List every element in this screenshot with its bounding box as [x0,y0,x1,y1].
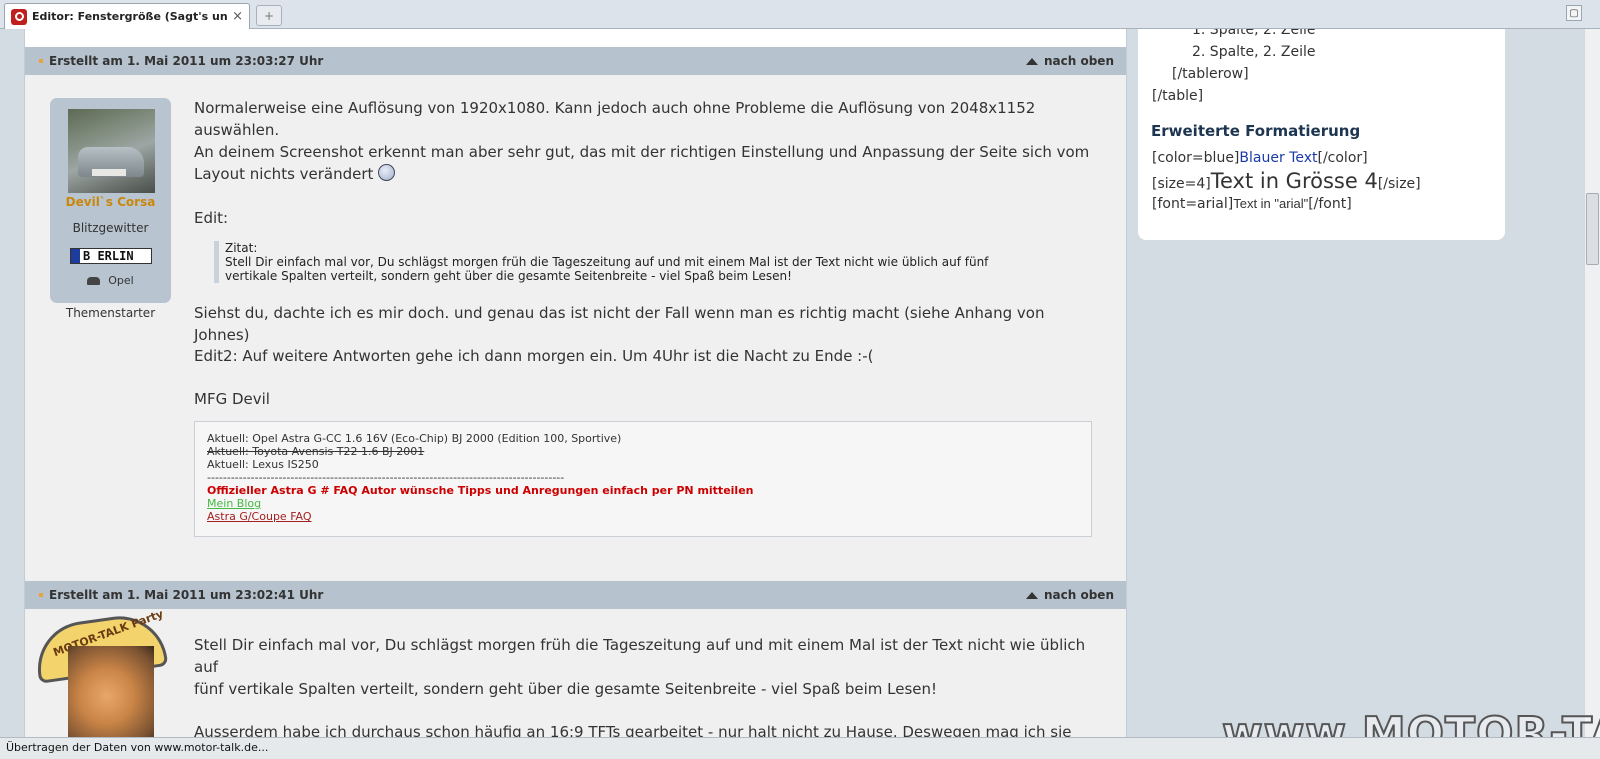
signature-faq-note: Offizieller Astra G # FAQ Autor wünsche … [207,484,754,497]
previous-post-end [25,29,1126,47]
avatar-with-party-badge: MOTOR-TALK Party [27,607,169,737]
quote-text-line: vertikale Spalten verteilt, sondern geht… [225,269,792,283]
quote-block: Zitat: Stell Dir einfach mal vor, Du sch… [214,241,1074,283]
post-date-wrap: Erstellt am 1. Mai 2011 um 23:03:27 Uhr [39,54,323,68]
bbcode-tag: [/size] [1377,176,1421,192]
bbcode-example-line: [/table] [1152,88,1204,104]
user-car-label: Opel [108,274,134,287]
bullet-icon [39,593,43,597]
arrow-up-icon [1026,591,1038,599]
post-text-line: fünf vertikale Spalten verteilt, sondern… [194,680,938,698]
blog-link[interactable]: Mein Blog [207,497,261,510]
user-rank: Blitzgewitter [72,221,149,235]
bbcode-tag: [font=arial] [1152,196,1234,212]
bbcode-tag: [size=4] [1152,176,1211,192]
license-plate-text: B ERLIN [83,249,134,263]
quote-text-line: Stell Dir einfach mal vor, Du schlägst m… [225,255,989,269]
quote-label: Zitat: [225,241,258,255]
post-text-line-wrap: Layout nichts verändert [194,163,1094,185]
post-body: Normalerweise eine Auflösung von 1920x10… [194,97,1094,185]
bbcode-font-example: [font=arial]Text in "arial"[/font] [1152,196,1352,212]
signature-line: Aktuell: Opel Astra G-CC 1.6 16V (Eco-Ch… [207,432,622,445]
bbcode-tag: [color=blue] [1152,150,1240,166]
bbcode-help-box: 1. Spalte, 2. Zeile 2. Spalte, 2. Zeile … [1138,29,1505,240]
user-car[interactable]: Opel [50,274,171,287]
bbcode-example-line: 1. Spalte, 2. Zeile [1192,29,1316,38]
post-header: Erstellt am 1. Mai 2011 um 23:03:27 Uhr … [25,47,1126,75]
bbcode-example-line: 2. Spalte, 2. Zeile [1192,44,1316,60]
post-text-line: Normalerweise eine Auflösung von 1920x10… [194,99,1036,117]
user-card: Devil`s Corsa Blitzgewitter B ERLIN Opel [50,98,171,303]
signature-line: Aktuell: Lexus IS250 [207,458,319,471]
browser-tab-bar: Editor: Fenstergröße (Sagt's uns!)... × … [0,0,1600,29]
avatar[interactable] [68,646,154,737]
close-tab-icon[interactable]: × [232,9,243,24]
signature-divider: ----------------------------------------… [207,471,565,484]
post-text-line: Stell Dir einfach mal vor, Du schlägst m… [194,636,1086,676]
thread-starter-label: Themenstarter [65,306,156,320]
back-to-top-link[interactable]: nach oben [1026,588,1114,602]
post-text-line: MFG Devil [194,390,270,408]
status-bar: Übertragen der Daten von www.motor-talk.… [0,737,1600,759]
post-text-line: Layout nichts verändert [194,165,374,183]
signature-line-struck: Aktuell: Toyota Avensis T22 1.6 BJ 2001 [207,445,425,458]
browser-tab[interactable]: Editor: Fenstergröße (Sagt's uns!)... × [4,3,250,29]
faq-link[interactable]: Astra G/Coupe FAQ [207,510,312,523]
signature-box: Aktuell: Opel Astra G-CC 1.6 16V (Eco-Ch… [194,421,1092,537]
page-content: Erstellt am 1. Mai 2011 um 23:03:27 Uhr … [0,29,1584,737]
license-plate-badge: B ERLIN [70,248,152,264]
bbcode-color-example: [color=blue]Blauer Text[/color] [1152,150,1368,166]
bbcode-big-text: Text in Grösse 4 [1210,169,1378,193]
bbcode-size-example: [size=4]Text in Grösse 4[/size] [1152,169,1421,193]
smiley-icon [378,164,396,181]
post-text-line: Edit2: Auf weitere Antworten gehe ich da… [194,347,874,365]
thread-column: Erstellt am 1. Mai 2011 um 23:03:27 Uhr … [24,29,1127,737]
post-header: Erstellt am 1. Mai 2011 um 23:02:41 Uhr … [25,581,1126,609]
eu-flag-icon [71,249,80,263]
username-link[interactable]: Devil`s Corsa [50,195,171,209]
post-text-line: Ausserdem habe ich durchaus schon häufig… [194,723,1072,737]
bbcode-example-line: [/tablerow] [1172,66,1249,82]
post-text-line: auswählen. [194,121,280,139]
tab-title: Editor: Fenstergröße (Sagt's uns!)... [32,10,228,23]
motor-talk-favicon-icon [11,8,27,25]
arrow-up-icon [1026,57,1038,65]
post-body: Stell Dir einfach mal vor, Du schlägst m… [194,634,1094,737]
new-tab-button[interactable]: + [256,5,282,26]
avatar[interactable] [68,109,155,193]
post-date: Erstellt am 1. Mai 2011 um 23:03:27 Uhr [49,54,324,68]
post-text-line: Siehst du, dachte ich es mir doch. und g… [194,304,1045,344]
bbcode-arial-text: Text in "arial" [1233,196,1309,211]
scrollbar-thumb[interactable] [1586,193,1599,265]
plate-photo [92,169,126,176]
bbcode-blue-text: Blauer Text [1239,150,1318,166]
post-date: Erstellt am 1. Mai 2011 um 23:02:41 Uhr [49,588,324,602]
back-to-top-link[interactable]: nach oben [1026,54,1114,68]
bullet-icon [39,59,43,63]
back-to-top-label: nach oben [1044,54,1114,68]
status-text: Übertragen der Daten von www.motor-talk.… [6,741,269,754]
post-date-wrap: Erstellt am 1. Mai 2011 um 23:02:41 Uhr [39,588,323,602]
back-to-top-label: nach oben [1044,588,1114,602]
vertical-scrollbar[interactable] [1584,29,1600,737]
bbcode-tag: [/color] [1317,150,1368,166]
window-control-icon[interactable]: ▢ [1566,5,1582,21]
section-heading: Erweiterte Formatierung [1151,122,1361,140]
car-icon [87,276,101,285]
post-text-line: An deinem Screenshot erkennt man aber se… [194,143,1090,161]
bbcode-tag: [/font] [1308,196,1352,212]
edit-label: Edit: [194,209,229,227]
